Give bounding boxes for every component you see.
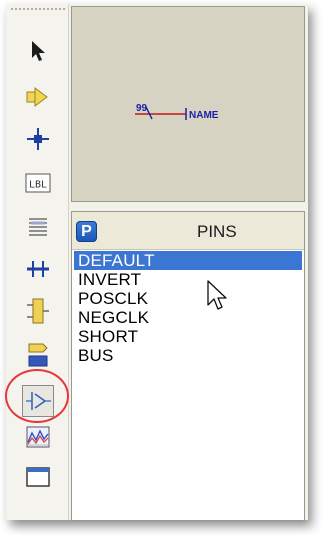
subcircuit-icon bbox=[27, 298, 49, 324]
graph-icon bbox=[26, 426, 50, 448]
junction-dot-icon bbox=[27, 128, 49, 150]
pins-badge-letter: P bbox=[81, 222, 92, 240]
pins-badge-icon[interactable]: P bbox=[76, 221, 97, 242]
mouse-cursor-icon bbox=[207, 280, 227, 310]
pins-list: DEFAULT INVERT POSCLK NEGCLK SHORT BUS bbox=[74, 251, 302, 365]
pin-type-item[interactable]: BUS bbox=[74, 346, 302, 365]
pins-panel-header: P PINS bbox=[72, 212, 304, 250]
pin-type-item[interactable]: NEGCLK bbox=[74, 308, 302, 327]
mode-toolbar: LBL bbox=[6, 4, 69, 520]
component-tool-button[interactable] bbox=[21, 80, 55, 114]
toolbar-grip[interactable] bbox=[10, 7, 66, 11]
highlight-ring-annotation bbox=[5, 369, 69, 423]
window-icon bbox=[26, 467, 50, 487]
pin-type-item[interactable]: POSCLK bbox=[74, 289, 302, 308]
pin-type-item[interactable]: INVERT bbox=[74, 270, 302, 289]
pin-preview-drawing: 99 NAME bbox=[135, 103, 219, 121]
bus-tool-button[interactable] bbox=[21, 252, 55, 286]
text-lines-icon bbox=[29, 218, 47, 236]
pins-panel-title: PINS bbox=[197, 222, 237, 241]
bus-icon bbox=[27, 261, 49, 277]
graph-tool-button[interactable] bbox=[21, 420, 55, 454]
component-arrow-icon bbox=[26, 87, 48, 107]
component-preview: 99 NAME bbox=[71, 6, 305, 202]
lbl-icon: LBL bbox=[25, 173, 51, 193]
terminal-tool-button[interactable] bbox=[21, 338, 55, 372]
subcircuit-tool-button[interactable] bbox=[21, 294, 55, 328]
label-tool-button[interactable]: LBL bbox=[21, 166, 55, 200]
text-script-tool-button[interactable] bbox=[21, 210, 55, 244]
arrow-pointer-icon bbox=[32, 41, 45, 61]
lbl-icon-text: LBL bbox=[29, 180, 47, 191]
pin-name-label: NAME bbox=[189, 110, 219, 121]
junction-tool-button[interactable] bbox=[21, 122, 55, 156]
selection-tool-button[interactable] bbox=[21, 34, 55, 68]
pins-panel: P PINS DEFAULT INVERT POSCLK NEGCLK SHOR… bbox=[71, 211, 305, 521]
tape-tool-button[interactable] bbox=[21, 460, 55, 494]
pin-number-label: 99 bbox=[136, 103, 148, 114]
pin-type-item[interactable]: SHORT bbox=[74, 327, 302, 346]
terminal-icon bbox=[28, 343, 48, 367]
pin-type-item[interactable]: DEFAULT bbox=[74, 251, 302, 270]
